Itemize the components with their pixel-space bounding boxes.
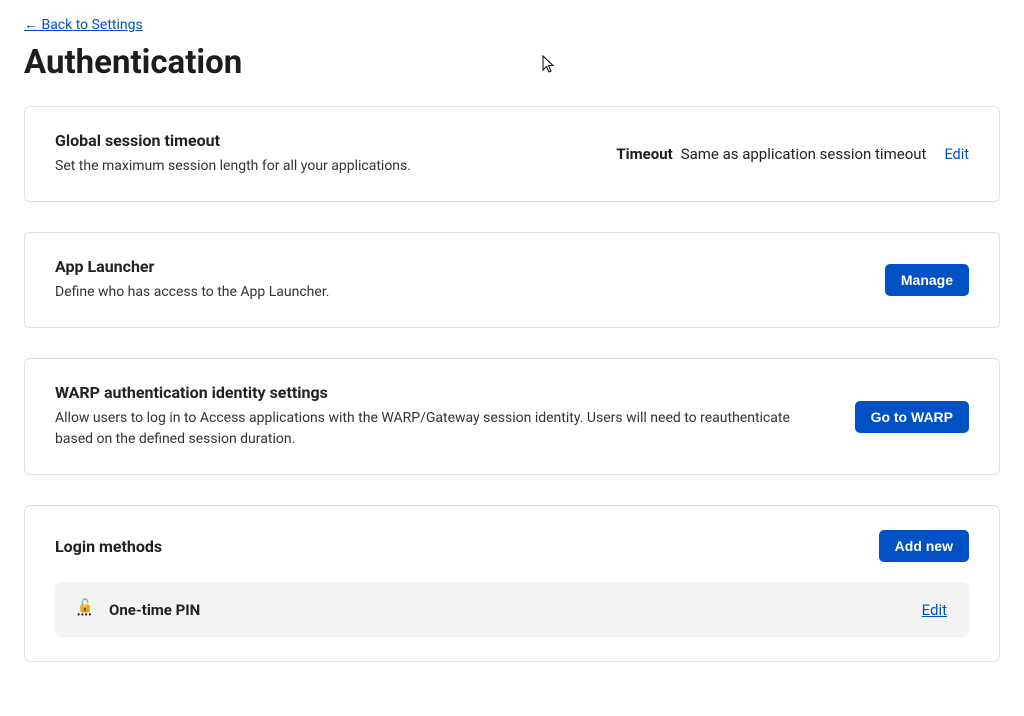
warp-desc: Allow users to log in to Access applicat… <box>55 408 831 450</box>
app-launcher-title: App Launcher <box>55 257 861 276</box>
warp-title: WARP authentication identity settings <box>55 383 831 402</box>
global-session-edit-link[interactable]: Edit <box>944 146 969 163</box>
add-new-login-method-button[interactable]: Add new <box>879 530 969 562</box>
login-method-edit-link[interactable]: Edit <box>922 601 947 619</box>
page-title: Authentication <box>24 43 1000 82</box>
app-launcher-desc: Define who has access to the App Launche… <box>55 282 835 303</box>
global-session-desc: Set the maximum session length for all y… <box>55 156 592 177</box>
login-methods-title: Login methods <box>55 537 162 556</box>
card-global-session: Global session timeout Set the maximum s… <box>24 106 1000 202</box>
back-to-settings-link[interactable]: ← Back to Settings <box>24 16 143 33</box>
manage-button[interactable]: Manage <box>885 264 969 296</box>
card-login-methods: Login methods Add new 🔓 •••• One-time PI… <box>24 505 1000 662</box>
global-session-title: Global session timeout <box>55 131 592 150</box>
timeout-label: Timeout <box>616 145 672 163</box>
card-warp: WARP authentication identity settings Al… <box>24 358 1000 475</box>
login-method-name: One-time PIN <box>109 601 200 619</box>
card-app-launcher: App Launcher Define who has access to th… <box>24 232 1000 328</box>
go-to-warp-button[interactable]: Go to WARP <box>855 401 969 433</box>
pin-icon: 🔓 •••• <box>77 600 91 619</box>
timeout-value: Same as application session timeout <box>681 145 927 163</box>
global-session-timeout: Timeout Same as application session time… <box>616 145 969 163</box>
login-method-row: 🔓 •••• One-time PIN Edit <box>55 582 969 637</box>
